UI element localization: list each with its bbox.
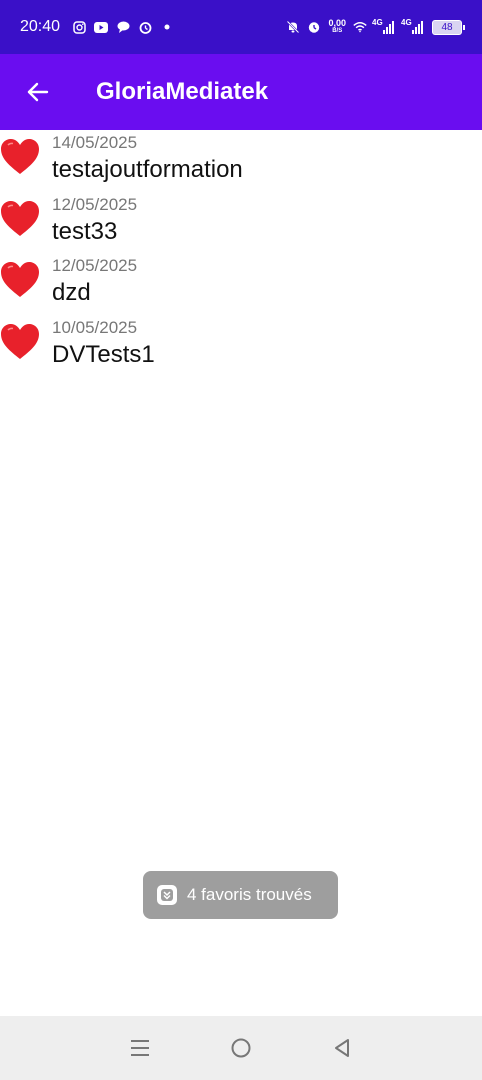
- wifi-icon: [353, 20, 367, 34]
- network-speed: 0,00 B/S: [328, 19, 346, 35]
- item-date: 12/05/2025: [52, 256, 138, 275]
- dot-icon: [160, 20, 174, 34]
- network-speed-unit: B/S: [332, 28, 343, 34]
- back-triangle-icon: [334, 1039, 349, 1057]
- status-time: 20:40: [20, 18, 61, 35]
- heart-icon[interactable]: [0, 255, 52, 316]
- item-date: 10/05/2025: [52, 317, 138, 337]
- home-icon: [231, 1038, 251, 1058]
- menu-icon: [131, 1040, 150, 1056]
- system-nav-bar: [0, 1016, 482, 1080]
- favorites-list: 14/05/2025 testajoutformation 12/05/2025…: [0, 132, 482, 378]
- list-item[interactable]: 10/05/2025 DVTests1: [0, 317, 482, 379]
- alarm-icon: [307, 20, 321, 34]
- back-nav-button[interactable]: [322, 1028, 362, 1068]
- arrow-left-icon: [27, 82, 49, 102]
- item-date: 14/05/2025: [52, 133, 138, 152]
- battery-level: 48: [441, 21, 453, 33]
- app-bar: GloriaMediatek: [0, 54, 482, 130]
- alarm-icon: [138, 20, 152, 34]
- mute-bell-icon: [286, 20, 300, 34]
- back-button[interactable]: [0, 54, 76, 130]
- signal-2-label: 4G: [401, 18, 412, 27]
- item-date: 12/05/2025: [52, 194, 138, 214]
- youtube-icon: [94, 20, 109, 34]
- item-text: 10/05/2025 DVTests1: [52, 317, 155, 379]
- battery-icon: 48: [432, 19, 465, 35]
- signal-icon: 4G: [372, 18, 396, 34]
- item-text: 12/05/2025 test33: [52, 194, 137, 256]
- heart-icon[interactable]: [0, 194, 52, 255]
- item-text: 12/05/2025 dzd: [52, 255, 137, 317]
- item-text: 14/05/2025 testajoutformation: [52, 132, 243, 194]
- network-speed-value: 0,00: [328, 18, 346, 28]
- app-logo-icon: [157, 885, 177, 905]
- item-title[interactable]: DVTests1: [52, 339, 155, 371]
- heart-icon[interactable]: [0, 132, 52, 193]
- item-title[interactable]: testajoutformation: [52, 154, 243, 186]
- list-item[interactable]: 12/05/2025 test33: [0, 194, 482, 256]
- instagram-icon: [72, 20, 86, 34]
- item-title[interactable]: test33: [52, 216, 137, 248]
- heart-icon[interactable]: [0, 317, 52, 378]
- item-title[interactable]: dzd: [52, 277, 137, 309]
- list-item[interactable]: 14/05/2025 testajoutformation: [0, 132, 482, 194]
- page-title: GloriaMediatek: [96, 78, 269, 105]
- status-bar: 20:40 0,00 B/S 4G 4G 48: [0, 0, 482, 54]
- toast-message: 4 favoris trouvés: [143, 871, 338, 919]
- signal-1-label: 4G: [372, 18, 383, 27]
- signal-icon: 4G: [401, 18, 425, 34]
- toast-text: 4 favoris trouvés: [187, 885, 312, 904]
- status-right: 0,00 B/S 4G 4G 48: [286, 18, 465, 35]
- home-button[interactable]: [221, 1028, 261, 1068]
- chat-icon: [116, 20, 130, 34]
- recent-apps-button[interactable]: [120, 1028, 160, 1068]
- list-item[interactable]: 12/05/2025 dzd: [0, 255, 482, 317]
- status-left: 20:40: [20, 18, 174, 36]
